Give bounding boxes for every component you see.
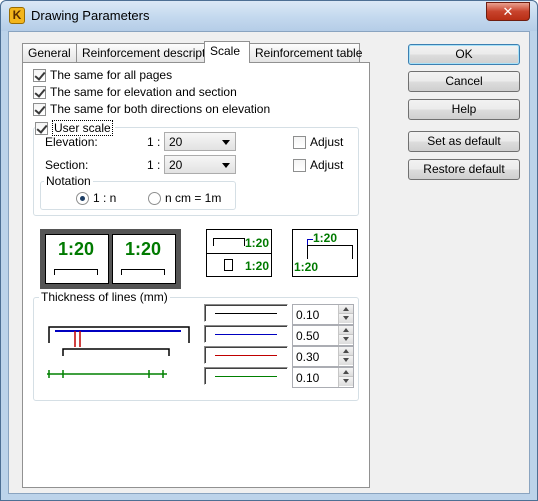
thickness-value: 0.30 — [296, 350, 320, 364]
spin-down-icon[interactable] — [339, 314, 353, 323]
preview-section-shape — [224, 259, 233, 271]
cancel-button[interactable]: Cancel — [408, 71, 520, 92]
section-adjust-label: Adjust — [310, 158, 344, 172]
tab-scale[interactable]: Scale — [204, 41, 250, 63]
spin-up-icon[interactable] — [339, 347, 353, 356]
tab-general[interactable]: General — [22, 43, 77, 62]
same-both-directions-label: The same for both directions on elevatio… — [50, 102, 271, 116]
thickness-value: 0.10 — [296, 308, 320, 322]
user-scale-checkbox[interactable] — [35, 121, 48, 135]
spin-up-icon[interactable] — [339, 305, 353, 314]
same-elev-section-label: The same for elevation and section — [50, 85, 237, 99]
user-scale-label: User scale — [52, 120, 113, 136]
section-scale-prefix: 1 : — [147, 158, 161, 172]
beam-outline-shape — [48, 326, 190, 343]
line-sample-stroke — [215, 334, 277, 335]
preview-pointer-shape — [307, 239, 313, 245]
preview-scale-text: 1:20 — [294, 260, 319, 274]
restore-default-button[interactable]: Restore default — [408, 159, 520, 180]
thickness-legend: Thickness of lines (mm) — [39, 290, 170, 304]
window-title: Drawing Parameters — [31, 8, 150, 23]
spin-down-icon[interactable] — [339, 356, 353, 365]
title-bar[interactable]: K Drawing Parameters ✕ — [1, 1, 537, 31]
layout-preview-side-by-side[interactable]: 1:20 1:20 — [40, 229, 181, 289]
spin-down-icon[interactable] — [339, 377, 353, 386]
line-sample-stroke — [215, 355, 277, 356]
preview-beam-shape — [54, 269, 98, 275]
preview-scale-text: 1:20 — [313, 231, 338, 245]
user-scale-option[interactable]: User scale — [35, 120, 115, 136]
notation-ratio-label: 1 : n — [93, 191, 117, 205]
preview-section-pane: 1:20 — [112, 234, 176, 284]
preview-beam-shape — [307, 245, 353, 259]
dialog-client-area: General Reinforcement description Scale … — [8, 31, 530, 494]
thickness-black-spinner[interactable]: 0.10 — [292, 304, 354, 325]
chevron-down-icon — [222, 163, 230, 168]
notation-ratio-radio[interactable] — [76, 191, 89, 205]
tab-reinforcement-description[interactable]: Reinforcement description — [76, 43, 221, 62]
help-button[interactable]: Help — [408, 99, 520, 120]
thickness-blue-spinner[interactable]: 0.50 — [292, 325, 354, 346]
preview-scale-text: 1:20 — [245, 236, 270, 250]
notation-legend: Notation — [44, 174, 93, 188]
line-sample-stroke — [215, 313, 277, 314]
tab-reinforcement-table[interactable]: Reinforcement table — [249, 43, 362, 62]
layout-preview-overlay[interactable]: 1:20 1:20 — [292, 229, 358, 277]
elevation-scale-value: 20 — [169, 135, 183, 149]
line-sample-stroke — [215, 376, 277, 377]
line-sample-green[interactable] — [204, 367, 288, 385]
elevation-scale-prefix: 1 : — [147, 135, 161, 149]
preview-scale-text: 1:20 — [245, 259, 270, 273]
spin-down-icon[interactable] — [339, 335, 353, 344]
chevron-down-icon — [222, 140, 230, 145]
elevation-scale-select[interactable]: 20 — [164, 132, 236, 151]
set-as-default-button[interactable]: Set as default — [408, 131, 520, 152]
section-scale-value: 20 — [169, 158, 183, 172]
preview-divider — [207, 253, 271, 254]
same-elev-section-option[interactable]: The same for elevation and section — [33, 85, 237, 99]
elevation-label: Elevation: — [45, 135, 98, 149]
same-all-pages-label: The same for all pages — [50, 68, 173, 82]
section-scale-select[interactable]: 20 — [164, 155, 236, 174]
elevation-adjust-label: Adjust — [310, 135, 344, 149]
same-all-pages-option[interactable]: The same for all pages — [33, 68, 172, 82]
preview-scale-text: 1:20 — [58, 239, 95, 259]
preview-elevation-pane: 1:20 — [45, 234, 109, 284]
preview-scale-text: 1:20 — [125, 239, 162, 259]
thickness-value: 0.10 — [296, 371, 320, 385]
notation-cm-label: n cm = 1m — [165, 191, 222, 205]
inner-outline-shape — [62, 348, 170, 356]
scale-tab-panel: The same for all pages The same for elev… — [22, 62, 370, 488]
same-both-directions-checkbox[interactable] — [33, 102, 46, 116]
notation-cm-radio[interactable] — [148, 191, 161, 205]
elevation-adjust-option[interactable]: Adjust — [293, 135, 343, 149]
notation-option-ratio[interactable]: 1 : n — [76, 191, 116, 205]
elevation-adjust-checkbox[interactable] — [293, 135, 306, 149]
line-sample-red[interactable] — [204, 346, 288, 364]
thickness-value: 0.50 — [296, 329, 320, 343]
spin-up-icon[interactable] — [339, 326, 353, 335]
line-sample-blue[interactable] — [204, 325, 288, 343]
preview-beam-shape — [213, 238, 245, 246]
layout-preview-stacked[interactable]: 1:20 1:20 — [206, 229, 272, 277]
dialog-window: K Drawing Parameters ✕ General Reinforce… — [0, 0, 538, 501]
app-logo-icon: K — [9, 7, 25, 24]
thickness-green-spinner[interactable]: 0.10 — [292, 367, 354, 388]
spin-up-icon[interactable] — [339, 368, 353, 377]
same-elev-section-checkbox[interactable] — [33, 85, 46, 99]
ok-button[interactable]: OK — [408, 44, 520, 65]
line-sample-black[interactable] — [204, 304, 288, 322]
section-label: Section: — [45, 158, 89, 172]
same-all-pages-checkbox[interactable] — [33, 68, 46, 82]
preview-beam-shape — [121, 269, 165, 275]
notation-option-cm[interactable]: n cm = 1m — [148, 191, 221, 205]
section-adjust-checkbox[interactable] — [293, 158, 306, 172]
section-adjust-option[interactable]: Adjust — [293, 158, 343, 172]
thickness-preview-drawing — [47, 326, 190, 378]
same-both-directions-option[interactable]: The same for both directions on elevatio… — [33, 102, 270, 116]
close-button[interactable]: ✕ — [486, 2, 530, 21]
thickness-red-spinner[interactable]: 0.30 — [292, 346, 354, 367]
